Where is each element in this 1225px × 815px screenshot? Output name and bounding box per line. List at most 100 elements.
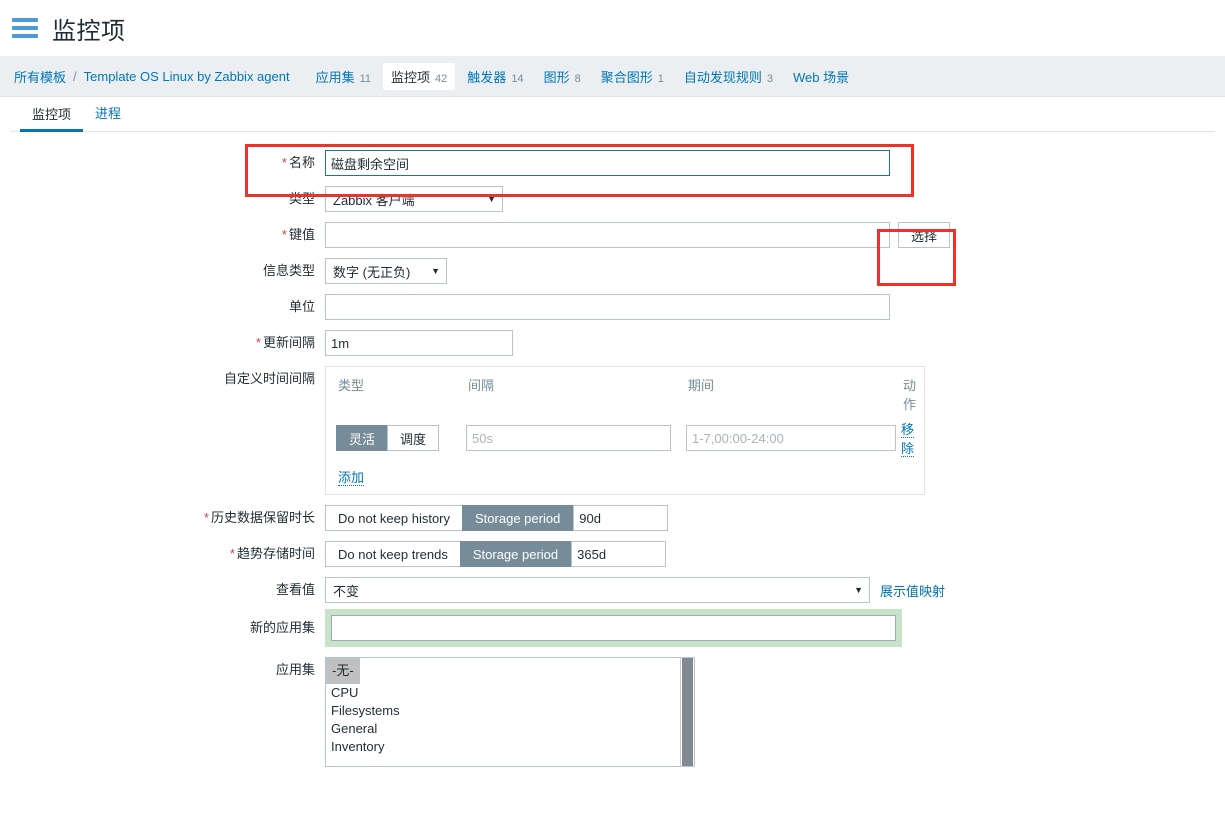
field-units	[325, 294, 890, 320]
label-new-application: 新的应用集	[249, 620, 315, 635]
breadcrumb-link[interactable]: Web 场景	[793, 67, 849, 86]
breadcrumb-link[interactable]: 触发器	[467, 67, 506, 86]
item-form: *名称 类型 Zabbix 客户端 ▼ *键值 选择	[10, 132, 1215, 767]
list-item[interactable]: CPU	[326, 684, 694, 702]
list-item[interactable]: Filesystems	[326, 702, 694, 720]
remove-interval-link[interactable]: 移除	[901, 422, 915, 457]
trends-period-input[interactable]	[571, 541, 667, 567]
update-interval-input[interactable]	[325, 330, 513, 356]
label-custom-intervals: 自定义时间间隔	[223, 371, 315, 386]
interval-period-input[interactable]	[686, 425, 896, 451]
applications-listbox[interactable]: -无- CPU Filesystems General Inventory	[325, 657, 695, 767]
trends-mode-toggle: Do not keep trends Storage period	[325, 541, 572, 567]
hamburger-icon[interactable]	[12, 18, 38, 38]
form-row-value-map: 查看值 不变 ▼ 展示值映射	[10, 577, 1215, 603]
label-update-interval: * 更新间隔	[255, 335, 315, 350]
label-value-type: 信息类型	[262, 263, 315, 278]
hamburger-bar	[12, 18, 38, 22]
trends-storage-period-option[interactable]: Storage period	[459, 541, 572, 567]
history-mode-toggle: Do not keep history Storage period	[325, 505, 574, 531]
tab-bar: 监控项 进程	[10, 97, 1215, 132]
show-value-mappings-link[interactable]: 展示值映射	[880, 581, 945, 600]
breadcrumb-item-screens[interactable]: 聚合图形 1	[593, 63, 672, 90]
breadcrumb-count: 3	[766, 72, 773, 85]
tab-process[interactable]: 进程	[83, 103, 133, 131]
interval-type-flexible[interactable]: 灵活	[336, 425, 389, 451]
column-header-action: 动作	[903, 378, 917, 412]
breadcrumb: 所有模板 / Template OS Linux by Zabbix agent…	[0, 56, 1225, 97]
select-key-button[interactable]: 选择	[898, 222, 951, 248]
form-row-custom-intervals: 自定义时间间隔 类型 间隔 期间 动作 灵活 调度 50s 1-7,00:00-…	[10, 366, 1215, 495]
breadcrumb-link[interactable]: 聚合图形	[601, 67, 653, 86]
form-row-value-type: 信息类型 数字 (无正负) ▼	[10, 258, 1215, 284]
list-item[interactable]: -无-	[326, 658, 360, 684]
breadcrumb-item-items[interactable]: 监控项 42	[383, 62, 456, 90]
breadcrumb-link[interactable]: 图形	[544, 67, 570, 86]
field-applications: -无- CPU Filesystems General Inventory	[325, 657, 695, 767]
label-value-map: 查看值	[275, 582, 315, 597]
value-map-select-value: 不变	[333, 583, 360, 599]
content-card: 监控项 进程 *名称 类型 Zabbix 客户端 ▼	[10, 97, 1215, 767]
trends-no-keep-option[interactable]: Do not keep trends	[325, 541, 461, 567]
interval-type-scheduling[interactable]: 调度	[387, 425, 440, 451]
type-select[interactable]: Zabbix 客户端 ▼	[325, 186, 503, 212]
chevron-down-icon: ▼	[431, 266, 440, 276]
form-row-key: * 键值 选择	[10, 222, 1215, 248]
tab-item[interactable]: 监控项	[20, 104, 84, 132]
key-input[interactable]	[325, 222, 890, 248]
label-key: * 键值	[281, 227, 315, 242]
custom-interval-row: 灵活 调度 移除	[336, 419, 915, 457]
name-input[interactable]	[325, 150, 890, 176]
form-row-units: 单位	[10, 294, 1215, 320]
breadcrumb-template-name[interactable]: Template OS Linux by Zabbix agent	[84, 69, 290, 84]
form-row-applications: 应用集 -无- CPU Filesystems General Inventor…	[10, 657, 1215, 767]
form-row-name: * 名称	[10, 150, 1215, 176]
chevron-down-icon: ▼	[854, 585, 863, 595]
column-header-period: 期间	[688, 378, 715, 393]
value-type-select[interactable]: 数字 (无正负) ▼	[325, 258, 447, 284]
column-header-type: 类型	[338, 378, 365, 393]
form-row-new-application: 新的应用集	[10, 615, 1215, 641]
breadcrumb-separator: /	[73, 68, 77, 84]
form-row-trends: * 趋势存储时间 Do not keep trends Storage perio…	[10, 541, 1215, 567]
label-name: * 名称	[281, 155, 315, 170]
breadcrumb-all-templates[interactable]: 所有模板	[14, 67, 66, 86]
interval-value-input[interactable]	[466, 425, 671, 451]
history-no-keep-option[interactable]: Do not keep history	[325, 505, 464, 531]
breadcrumb-count: 8	[574, 72, 581, 85]
interval-value-cell	[466, 425, 686, 451]
add-interval-link[interactable]: 添加	[338, 470, 365, 486]
custom-intervals-table: 类型 间隔 期间 动作 灵活 调度 50s 1-7,00:00-24:00 移除…	[325, 366, 925, 495]
list-item[interactable]: Inventory	[326, 738, 694, 756]
label-history: * 历史数据保留时长	[203, 510, 315, 525]
interval-action-cell: 移除	[901, 419, 915, 457]
new-application-input[interactable]	[331, 615, 896, 641]
breadcrumb-item-triggers[interactable]: 触发器 14	[459, 63, 531, 90]
hamburger-bar	[12, 26, 38, 30]
field-custom-intervals: 类型 间隔 期间 动作 灵活 调度 50s 1-7,00:00-24:00 移除…	[325, 366, 925, 495]
breadcrumb-item-applications[interactable]: 应用集 11	[308, 63, 379, 90]
value-type-select-value: 数字 (无正负)	[333, 264, 411, 280]
breadcrumb-count: 1	[657, 72, 664, 85]
field-value-type: 数字 (无正负) ▼	[325, 258, 447, 284]
history-storage-period-option[interactable]: Storage period	[462, 505, 574, 531]
breadcrumb-count: 11	[359, 72, 372, 85]
app-header: 监控项	[0, 0, 1225, 56]
label-applications: 应用集	[275, 662, 315, 677]
list-item[interactable]: General	[326, 720, 694, 738]
breadcrumb-link[interactable]: 应用集	[316, 67, 355, 86]
value-map-select[interactable]: 不变 ▼	[325, 577, 870, 603]
history-period-input[interactable]	[573, 505, 669, 531]
breadcrumb-item-discovery[interactable]: 自动发现规则 3	[676, 63, 781, 90]
listbox-scrollbar[interactable]	[680, 658, 694, 766]
field-history: Do not keep history Storage period	[325, 505, 669, 531]
field-name	[325, 150, 890, 176]
units-input[interactable]	[325, 294, 890, 320]
chevron-down-icon: ▼	[487, 194, 496, 204]
breadcrumb-item-graphs[interactable]: 图形 8	[536, 63, 589, 90]
breadcrumb-item-web[interactable]: Web 场景	[785, 63, 857, 90]
custom-intervals-header: 类型 间隔 期间 动作	[336, 375, 917, 419]
label-type: 类型	[288, 191, 315, 206]
listbox-scrollbar-thumb[interactable]	[682, 658, 693, 766]
breadcrumb-link[interactable]: 自动发现规则	[684, 67, 762, 86]
